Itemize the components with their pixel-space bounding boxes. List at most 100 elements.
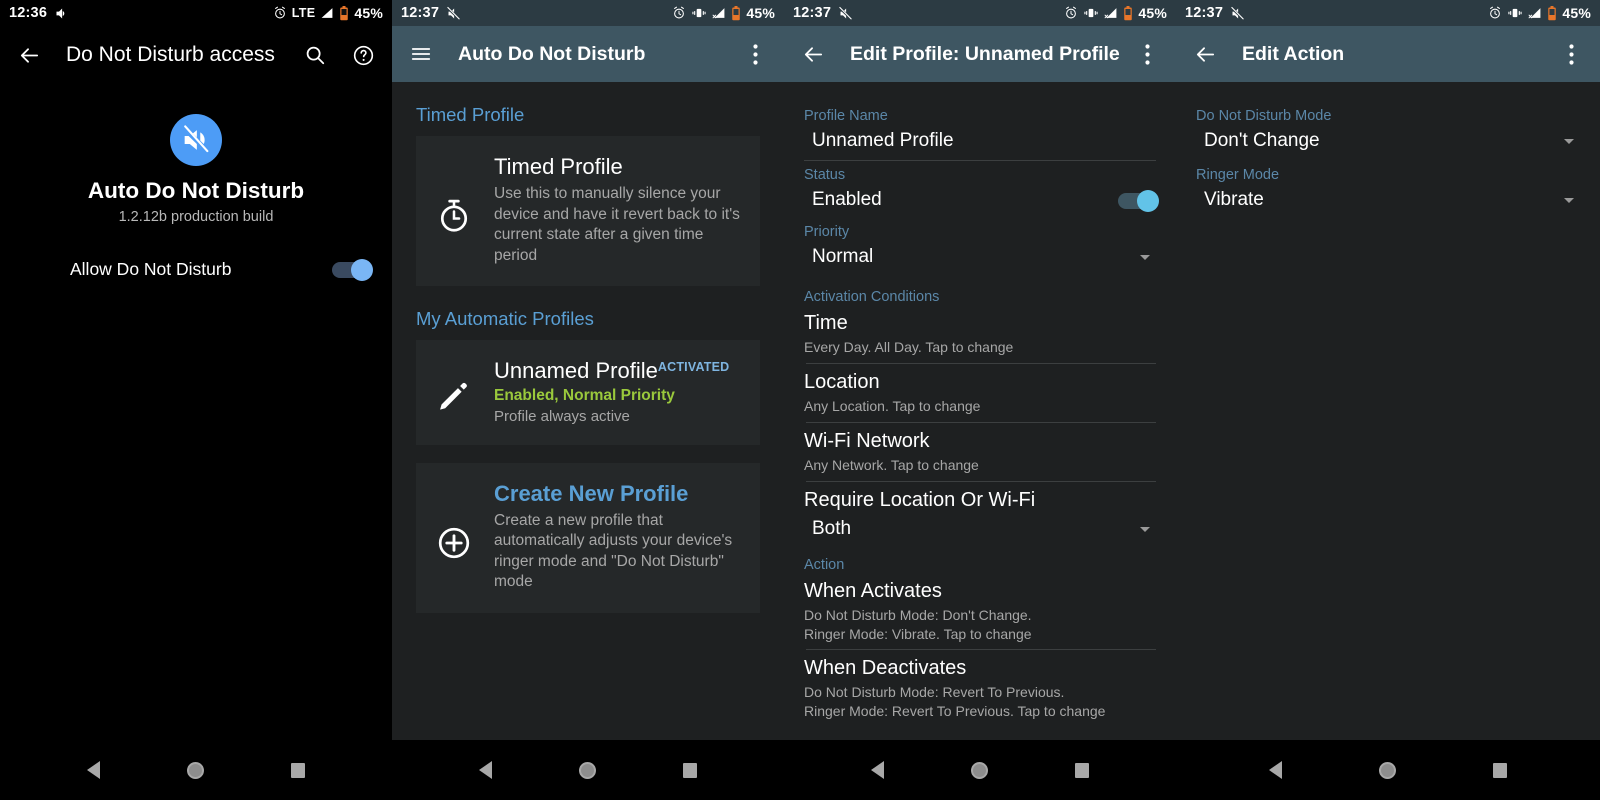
- system-nav-bar: [0, 740, 392, 800]
- recents-nav-icon[interactable]: [290, 762, 305, 778]
- condition-location[interactable]: Location Any Location. Tap to change: [804, 364, 1156, 422]
- edit-action-form: Do Not Disturb Mode Don't Change Ringer …: [1176, 82, 1600, 218]
- app-name: Auto Do Not Disturb: [87, 178, 305, 203]
- battery-icon: [339, 5, 349, 21]
- home-nav-icon[interactable]: [186, 761, 204, 779]
- overflow-menu-icon[interactable]: [1556, 39, 1586, 69]
- action-title: When Deactivates: [804, 657, 967, 680]
- mute-speaker-icon: [838, 6, 853, 21]
- recents-nav-icon[interactable]: [1493, 762, 1508, 778]
- back-arrow-icon[interactable]: [14, 40, 44, 70]
- condition-subtitle: Any Network. Tap to change: [804, 456, 979, 473]
- dnd-mode-spinner[interactable]: Don't Change: [1196, 124, 1580, 159]
- ringer-mode-label: Ringer Mode: [1196, 167, 1280, 183]
- unnamed-profile-card[interactable]: Unnamed Profile ACTIVATED Enabled, Norma…: [416, 340, 760, 445]
- signal-icon: [320, 7, 334, 20]
- alarm-icon: [1488, 6, 1502, 20]
- create-new-profile-card[interactable]: Create New Profile Create a new profile …: [416, 462, 760, 613]
- allow-dnd-label: Allow Do Not Disturb: [70, 259, 232, 279]
- require-spinner[interactable]: Both: [804, 512, 1156, 547]
- signal-off-icon: [712, 7, 726, 20]
- condition-title: Location: [804, 370, 880, 393]
- card-title: Unnamed Profile: [494, 358, 658, 384]
- home-nav-icon[interactable]: [970, 761, 988, 779]
- back-nav-icon[interactable]: [87, 761, 101, 779]
- battery-icon: [731, 5, 741, 21]
- card-subtitle: Use this to manually silence your device…: [494, 185, 740, 264]
- recents-nav-icon[interactable]: [1074, 762, 1089, 778]
- battery-icon: [1547, 5, 1557, 21]
- profile-name-label: Profile Name: [804, 108, 888, 124]
- timed-profile-card[interactable]: Timed Profile Use this to manually silen…: [416, 136, 760, 287]
- action-when-deactivates[interactable]: When Deactivates Do Not Disturb Mode: Re…: [804, 650, 1156, 727]
- card-title: Timed Profile: [494, 154, 623, 179]
- card-subtitle: Create a new profile that automatically …: [494, 511, 733, 591]
- status-time: 12:37: [793, 5, 832, 21]
- status-badge: ACTIVATED: [657, 360, 730, 375]
- status-value: Enabled: [812, 189, 882, 210]
- allow-dnd-toggle[interactable]: [332, 258, 373, 281]
- page-title: Auto Do Not Disturb: [458, 42, 646, 65]
- condition-wifi[interactable]: Wi-Fi Network Any Network. Tap to change: [804, 423, 1156, 481]
- volume-icon: [54, 6, 69, 21]
- action-when-activates[interactable]: When Activates Do Not Disturb Mode: Don'…: [804, 573, 1156, 650]
- signal-off-icon: [1104, 7, 1118, 20]
- require-value: Both: [812, 517, 852, 539]
- require-location-or-wifi-row: Require Location Or Wi-Fi: [804, 482, 1156, 512]
- back-nav-icon[interactable]: [871, 761, 885, 779]
- condition-time[interactable]: Time Every Day. All Day. Tap to change: [804, 305, 1156, 363]
- profile-subtitle: Profile always active: [494, 407, 630, 425]
- toolbar: Edit Action: [1176, 26, 1600, 82]
- battery-percent: 45%: [1138, 5, 1167, 21]
- status-bar: 12:36 LTE 45%: [0, 0, 392, 26]
- vibrate-icon: [691, 6, 707, 20]
- page-title: Do Not Disturb access: [66, 43, 275, 66]
- status-row[interactable]: Enabled: [804, 183, 1159, 218]
- alarm-icon: [273, 6, 287, 20]
- chevron-down-icon: [1140, 526, 1150, 532]
- status-toggle[interactable]: [1118, 189, 1159, 212]
- overflow-menu-icon[interactable]: [1132, 39, 1162, 69]
- back-arrow-icon[interactable]: [798, 39, 828, 69]
- status-bar: 12:37 45%: [392, 0, 784, 26]
- status-time: 12:37: [1185, 5, 1224, 21]
- search-icon[interactable]: [300, 40, 330, 70]
- ringer-mode-spinner[interactable]: Vibrate: [1196, 183, 1580, 218]
- toolbar: Auto Do Not Disturb: [392, 26, 784, 82]
- action-label: Action: [804, 556, 845, 573]
- system-nav-bar: [784, 740, 1176, 800]
- back-nav-icon[interactable]: [1268, 761, 1282, 779]
- back-arrow-icon[interactable]: [1190, 39, 1220, 69]
- help-icon[interactable]: [348, 40, 378, 70]
- panel-edit-profile: 12:37 45% Edit Profile: Unnamed Profile …: [784, 0, 1176, 800]
- priority-spinner[interactable]: Normal: [804, 240, 1156, 275]
- toolbar: Do Not Disturb access: [0, 26, 392, 84]
- ringer-mode-value: Vibrate: [1204, 189, 1264, 210]
- hamburger-menu-icon[interactable]: [406, 39, 436, 69]
- status-time: 12:37: [401, 5, 440, 21]
- system-nav-bar: [1176, 740, 1600, 800]
- mute-speaker-icon: [170, 114, 222, 166]
- vibrate-icon: [1083, 6, 1099, 20]
- page-title: Edit Profile: Unnamed Profile: [850, 42, 1120, 65]
- battery-percent: 45%: [354, 5, 383, 21]
- home-nav-icon[interactable]: [1378, 761, 1396, 779]
- profiles-list: Timed Profile Timed Profile Use this to …: [392, 82, 784, 613]
- profile-name-input[interactable]: Unnamed Profile: [804, 124, 1156, 159]
- status-bar: 12:37 45%: [784, 0, 1176, 26]
- home-nav-icon[interactable]: [578, 761, 596, 779]
- action-subtitle: Do Not Disturb Mode: Revert To Previous.…: [804, 684, 1106, 720]
- section-header-automatic: My Automatic Profiles: [416, 308, 594, 330]
- chevron-down-icon: [1564, 198, 1574, 203]
- profile-status-line: Enabled, Normal Priority: [494, 386, 675, 404]
- condition-subtitle: Any Location. Tap to change: [804, 397, 981, 414]
- system-nav-bar: [392, 740, 784, 800]
- overflow-menu-icon[interactable]: [740, 39, 770, 69]
- action-title: When Activates: [804, 579, 942, 602]
- condition-title: Wi-Fi Network: [804, 429, 930, 452]
- edit-profile-form: Profile Name Unnamed Profile Status Enab…: [784, 82, 1176, 727]
- allow-dnd-row[interactable]: Allow Do Not Disturb: [0, 258, 392, 281]
- recents-nav-icon[interactable]: [682, 762, 697, 778]
- back-nav-icon[interactable]: [479, 761, 493, 779]
- require-label: Require Location Or Wi-Fi: [804, 488, 1036, 511]
